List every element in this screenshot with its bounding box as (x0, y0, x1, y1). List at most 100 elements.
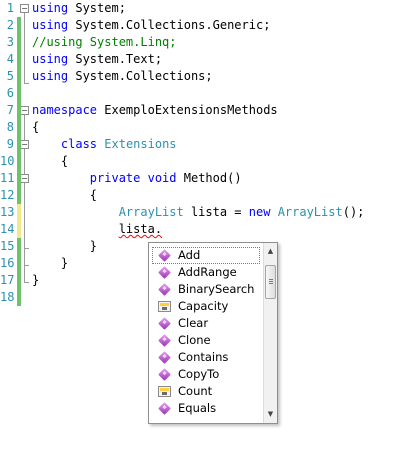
property-icon (158, 300, 172, 313)
completion-item[interactable]: Equals (152, 400, 260, 417)
scroll-down-arrow-icon[interactable]: ▼ (264, 407, 277, 421)
keyword-token: namespace (32, 103, 98, 117)
code-line[interactable]: 10 { (0, 153, 400, 170)
line-number: 11 (0, 171, 15, 185)
completion-item[interactable]: AddRange (152, 264, 260, 281)
completion-items[interactable]: Add AddRange BinarySearch Capacity Clear Clon… (149, 243, 263, 423)
code-text[interactable]: using System.Text; (32, 51, 162, 68)
code-line[interactable]: 3 //using System.Linq; (0, 34, 400, 51)
code-text[interactable]: lista. (32, 221, 162, 238)
change-tracking-mark (17, 34, 21, 51)
completion-item[interactable]: Contains (152, 349, 260, 366)
code-line[interactable]: 8{ (0, 119, 400, 136)
completion-item[interactable]: Count (152, 383, 260, 400)
code-line[interactable]: 5 using System.Collections; (0, 68, 400, 85)
change-tracking-mark (17, 289, 21, 306)
code-line[interactable]: 14 lista. (0, 221, 400, 238)
change-tracking-mark (17, 221, 21, 238)
code-line[interactable]: 1 using System; (0, 0, 400, 17)
change-tracking-mark (17, 51, 21, 68)
comment-token: //using System.Linq; (32, 35, 177, 49)
code-text[interactable]: class Extensions (32, 136, 177, 153)
code-token: System.Collections.Generic; (68, 18, 271, 32)
keyword-token: using (32, 18, 69, 32)
code-text[interactable]: { (32, 153, 68, 170)
method-icon (158, 249, 172, 262)
code-token: } (32, 256, 69, 270)
line-number: 9 (6, 137, 14, 151)
code-token: lista = (183, 205, 249, 219)
intellisense-completion-list[interactable]: Add AddRange BinarySearch Capacity Clear Clon… (148, 242, 278, 424)
code-text[interactable]: ArrayList lista = new ArrayList(); (32, 204, 365, 221)
code-token: { (32, 120, 40, 134)
code-token: { (32, 188, 98, 202)
line-number: 14 (0, 222, 15, 236)
code-text[interactable]: using System; (32, 0, 126, 17)
completion-item[interactable]: Clear (152, 315, 260, 332)
completion-scrollbar[interactable]: ▲ ▼ (263, 243, 277, 423)
completion-item-label: Equals (178, 401, 217, 415)
change-tracking-mark (17, 170, 21, 187)
code-text[interactable]: } (32, 255, 68, 272)
code-text[interactable]: } (32, 272, 39, 289)
completion-item[interactable]: Add (152, 247, 260, 264)
code-text[interactable]: using System.Collections.Generic; (32, 17, 270, 34)
keyword-token: using (32, 69, 69, 83)
completion-item-label: Capacity (178, 299, 229, 313)
completion-item[interactable]: BinarySearch (152, 281, 260, 298)
code-line[interactable]: 7 namespace ExemploExtensionsMethods (0, 102, 400, 119)
type-token: Extensions (104, 137, 177, 151)
change-tracking-mark (17, 85, 21, 102)
code-token: ExemploExtensionsMethods (97, 103, 278, 117)
line-number: 3 (6, 35, 14, 49)
keyword-token: class (60, 137, 98, 151)
code-line[interactable]: 9 class Extensions (0, 136, 400, 153)
keyword-token: private (89, 171, 141, 185)
completion-item-label: BinarySearch (178, 282, 255, 296)
change-tracking-mark (17, 238, 21, 255)
code-text[interactable]: //using System.Linq; (32, 34, 177, 51)
code-line[interactable]: 13 ArrayList lista = new ArrayList(); (0, 204, 400, 221)
completion-item[interactable]: CopyTo (152, 366, 260, 383)
line-number: 6 (6, 86, 14, 100)
error-token: lista. (118, 222, 163, 236)
code-line[interactable]: 4 using System.Text; (0, 51, 400, 68)
line-number: 18 (0, 290, 15, 304)
completion-item-label: Contains (178, 350, 229, 364)
code-line[interactable]: 12 { (0, 187, 400, 204)
code-text[interactable]: } (32, 238, 97, 255)
scrollbar-thumb[interactable] (265, 265, 276, 299)
keyword-token: void (147, 171, 177, 185)
change-tracking-mark (17, 153, 21, 170)
line-number: 16 (0, 256, 15, 270)
line-number: 1 (6, 1, 14, 15)
code-token: System.Collections; (68, 69, 213, 83)
scroll-up-arrow-icon[interactable]: ▲ (264, 244, 277, 258)
code-line[interactable]: 11 private void Method() (0, 170, 400, 187)
method-icon (158, 368, 172, 381)
method-icon (158, 334, 172, 347)
code-text[interactable]: namespace ExemploExtensionsMethods (32, 102, 278, 119)
change-tracking-mark (17, 119, 21, 136)
code-line[interactable]: 2 using System.Collections.Generic; (0, 17, 400, 34)
code-text[interactable]: { (32, 119, 39, 136)
keyword-token: new (248, 205, 271, 219)
completion-item-label: Clear (178, 316, 209, 330)
completion-item[interactable]: Capacity (152, 298, 260, 315)
code-token: } (32, 239, 98, 253)
code-text[interactable]: private void Method() (32, 170, 242, 187)
keyword-token: using (32, 1, 69, 15)
method-icon (158, 351, 172, 364)
method-icon (158, 266, 172, 279)
keyword-token: using (32, 52, 69, 66)
completion-item[interactable]: Clone (152, 332, 260, 349)
code-line[interactable]: 6 (0, 85, 400, 102)
line-number: 13 (0, 205, 15, 219)
property-icon (158, 385, 172, 398)
code-text[interactable]: { (32, 187, 97, 204)
code-text[interactable]: using System.Collections; (32, 68, 213, 85)
